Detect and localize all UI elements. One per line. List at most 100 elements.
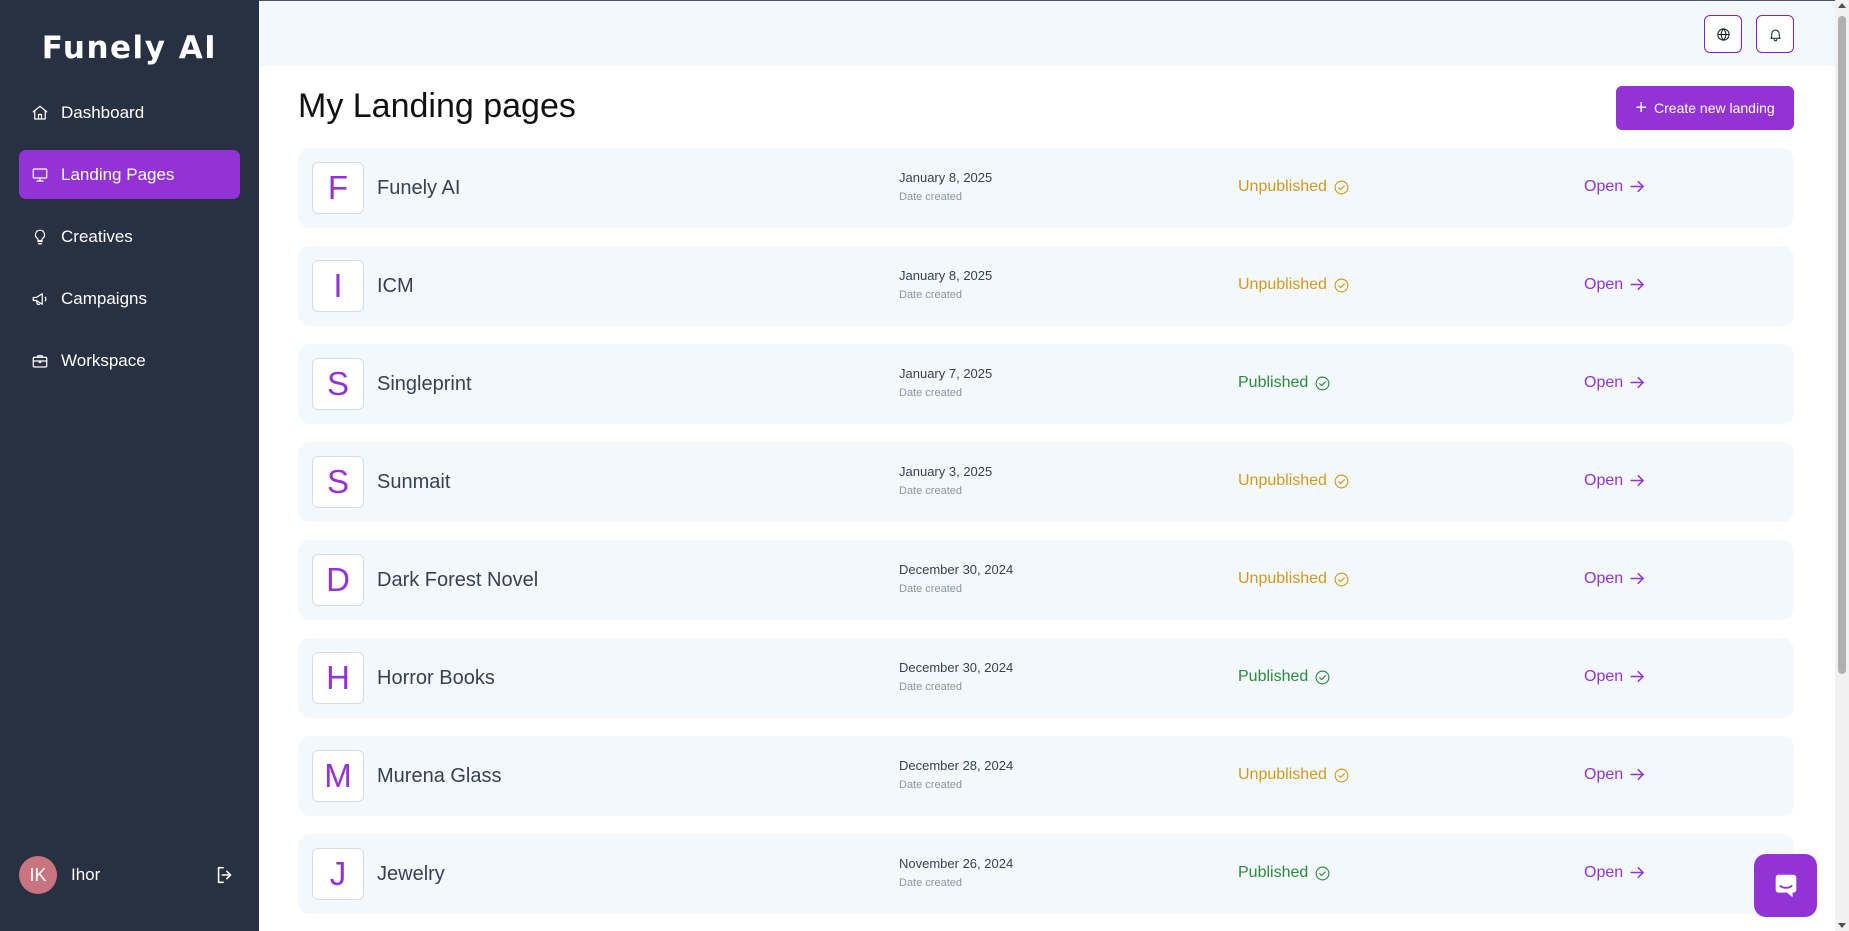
sidebar-item-workspace[interactable]: Workspace <box>19 336 240 385</box>
landing-name[interactable]: Singleprint <box>377 373 472 396</box>
landing-row[interactable]: I ICM January 8, 2025 Date created Unpublish… <box>298 246 1794 326</box>
open-label: Open <box>1584 765 1624 783</box>
chat-widget-button[interactable] <box>1754 854 1817 917</box>
open-link[interactable]: Open <box>1584 177 1647 196</box>
landing-name[interactable]: ICM <box>377 275 414 298</box>
arrow-right-icon <box>1623 275 1647 294</box>
check-circle-icon <box>1308 865 1331 882</box>
landing-initial-badge: M <box>312 750 364 802</box>
open-link[interactable]: Open <box>1584 373 1647 392</box>
open-label: Open <box>1584 569 1624 587</box>
user-name: Ihor <box>71 865 101 884</box>
landing-date: December 28, 2024 <box>899 758 1014 773</box>
landing-row[interactable]: M Murena Glass December 28, 2024 Date creat… <box>298 736 1794 816</box>
landing-name[interactable]: Jewelry <box>377 863 445 886</box>
sidebar-item-label: Creatives <box>61 226 133 246</box>
check-circle-icon <box>1327 571 1350 588</box>
status-label: Unpublished <box>1238 472 1327 489</box>
landing-row[interactable]: J Jewelry November 26, 2024 Date created Pub… <box>298 834 1794 914</box>
landing-date-label: Date created <box>899 485 962 497</box>
landing-date: November 26, 2024 <box>899 856 1014 871</box>
sidebar-nav: Dashboard Landing Pages Creatives Campai… <box>19 88 240 398</box>
check-circle-icon <box>1327 767 1350 784</box>
landing-initial-badge: F <box>312 162 364 214</box>
status-badge: Unpublished <box>1238 178 1350 196</box>
notifications-button[interactable] <box>1756 15 1794 53</box>
create-button-label: Create new landing <box>1654 100 1775 116</box>
landing-initial-badge: S <box>312 358 364 410</box>
open-link[interactable]: Open <box>1584 667 1647 686</box>
open-label: Open <box>1584 373 1624 391</box>
status-label: Published <box>1238 374 1309 391</box>
lightbulb-icon <box>31 228 49 246</box>
sidebar-item-campaigns[interactable]: Campaigns <box>19 274 240 323</box>
landing-initial-badge: J <box>312 848 364 900</box>
open-label: Open <box>1584 471 1624 489</box>
landing-name[interactable]: Murena Glass <box>377 765 502 788</box>
language-button[interactable] <box>1704 15 1742 53</box>
sidebar-item-label: Landing Pages <box>61 164 175 184</box>
landing-row[interactable]: D Dark Forest Novel December 30, 2024 Date … <box>298 540 1794 620</box>
status-label: Unpublished <box>1238 276 1327 293</box>
landing-list: F Funely AI January 8, 2025 Date created Unp… <box>298 148 1794 931</box>
scroll-down-arrow[interactable] <box>1838 923 1846 928</box>
arrow-right-icon <box>1623 471 1647 490</box>
briefcase-icon <box>31 352 49 370</box>
landing-name[interactable]: Dark Forest Novel <box>377 569 538 592</box>
open-link[interactable]: Open <box>1584 471 1647 490</box>
landing-row[interactable]: S Sunmait January 3, 2025 Date created Unpub… <box>298 442 1794 522</box>
sidebar: Funely AI Dashboard Landing Pages Creati… <box>0 0 259 931</box>
logout-icon[interactable] <box>214 864 236 886</box>
landing-name[interactable]: Sunmait <box>377 471 450 494</box>
sidebar-item-dashboard[interactable]: Dashboard <box>19 88 240 137</box>
landing-date-label: Date created <box>899 779 962 791</box>
plus-icon: + <box>1635 97 1648 119</box>
status-badge: Published <box>1238 668 1331 686</box>
user-profile: IK Ihor <box>19 855 240 895</box>
landing-row[interactable]: H Horror Books December 30, 2024 Date creat… <box>298 638 1794 718</box>
landing-date: January 8, 2025 <box>899 268 993 283</box>
app-logo[interactable]: Funely AI <box>0 30 259 66</box>
status-badge: Unpublished <box>1238 472 1350 490</box>
status-label: Unpublished <box>1238 178 1327 195</box>
create-new-landing-button[interactable]: + Create new landing <box>1616 86 1794 130</box>
check-circle-icon <box>1308 669 1331 686</box>
landing-initial-badge: H <box>312 652 364 704</box>
landing-name[interactable]: Funely AI <box>377 177 460 200</box>
landing-date: January 7, 2025 <box>899 366 993 381</box>
scroll-up-arrow[interactable] <box>1838 3 1846 8</box>
page-title: My Landing pages <box>298 87 576 125</box>
chat-icon <box>1771 871 1801 901</box>
avatar[interactable]: IK <box>19 856 57 894</box>
open-link[interactable]: Open <box>1584 863 1647 882</box>
landing-date-label: Date created <box>899 681 962 693</box>
open-link[interactable]: Open <box>1584 765 1647 784</box>
check-circle-icon <box>1327 277 1350 294</box>
landing-name[interactable]: Horror Books <box>377 667 495 690</box>
landing-date: January 3, 2025 <box>899 464 993 479</box>
arrow-right-icon <box>1623 667 1647 686</box>
sidebar-item-landing-pages[interactable]: Landing Pages <box>19 150 240 199</box>
open-label: Open <box>1584 863 1624 881</box>
check-circle-icon <box>1327 179 1350 196</box>
landing-row[interactable]: S Singleprint January 7, 2025 Date created P… <box>298 344 1794 424</box>
megaphone-icon <box>31 290 49 308</box>
sidebar-item-creatives[interactable]: Creatives <box>19 212 240 261</box>
open-link[interactable]: Open <box>1584 275 1647 294</box>
landing-initial-badge: S <box>312 456 364 508</box>
open-label: Open <box>1584 275 1624 293</box>
scrollbar-thumb[interactable] <box>1838 16 1846 674</box>
scrollbar[interactable] <box>1835 0 1849 931</box>
top-bar <box>259 0 1835 66</box>
open-link[interactable]: Open <box>1584 569 1647 588</box>
open-label: Open <box>1584 667 1624 685</box>
check-circle-icon <box>1327 473 1350 490</box>
status-badge: Unpublished <box>1238 570 1350 588</box>
landing-row[interactable]: F Funely AI January 8, 2025 Date created Unp… <box>298 148 1794 228</box>
status-badge: Published <box>1238 864 1331 882</box>
landing-date-label: Date created <box>899 289 962 301</box>
sidebar-item-label: Workspace <box>61 350 146 370</box>
arrow-right-icon <box>1623 569 1647 588</box>
bell-icon <box>1768 27 1783 42</box>
status-label: Published <box>1238 668 1309 685</box>
